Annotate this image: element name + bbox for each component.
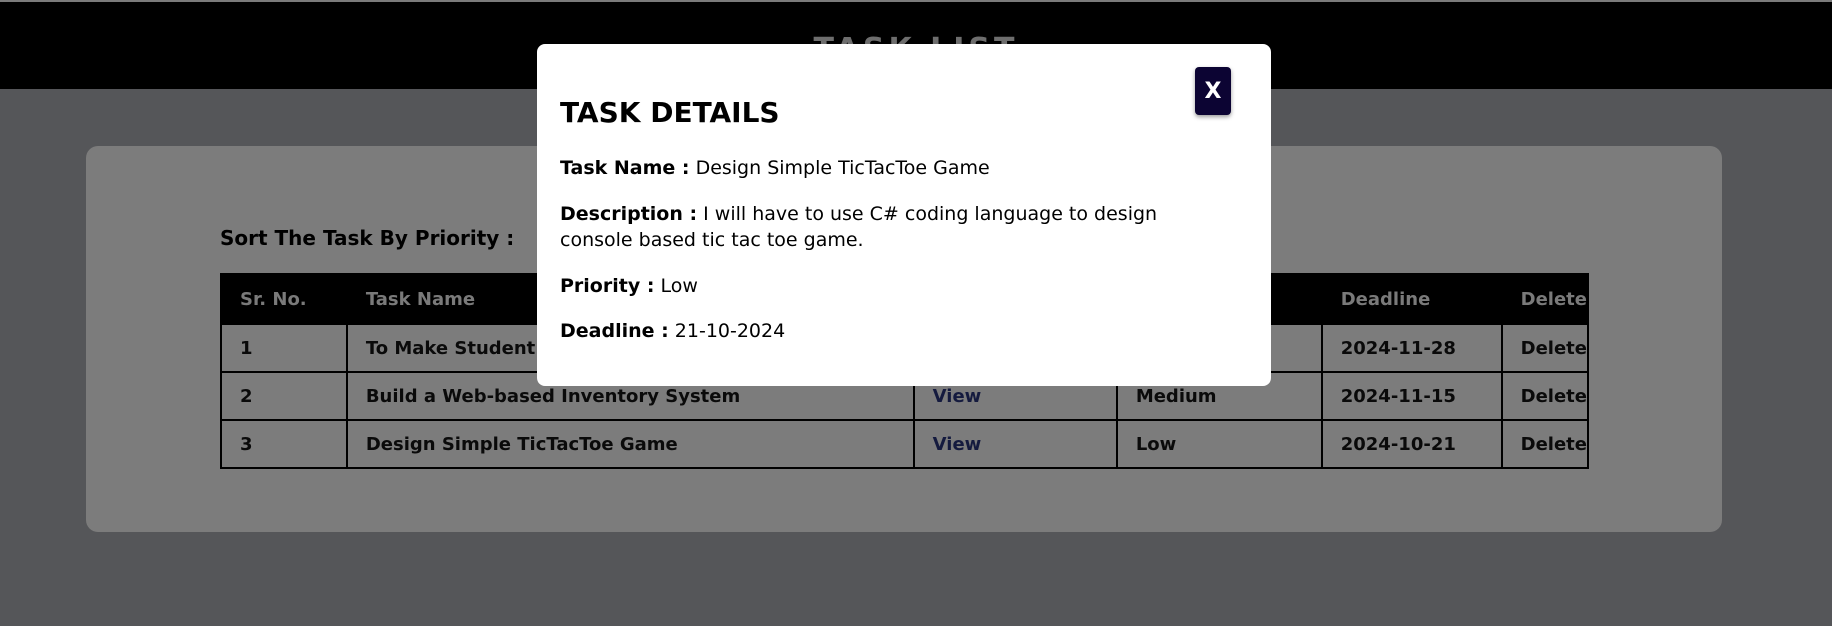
cell-deadline: 2024-10-21 xyxy=(1320,419,1503,469)
detail-task-name: Task Name : Design Simple TicTacToe Game xyxy=(560,155,1180,181)
column-header-sr-no: Sr. No. xyxy=(220,273,348,325)
cell-task-name: Design Simple TicTacToe Game xyxy=(345,419,915,469)
column-header-delete: Delete xyxy=(1500,273,1590,325)
table-row: 3 Design Simple TicTacToe Game View Low … xyxy=(220,419,1590,469)
delete-button[interactable]: Delete xyxy=(1500,323,1590,373)
detail-priority: Priority : Low xyxy=(560,273,1180,299)
detail-task-name-label: Task Name : xyxy=(560,157,690,179)
cell-deadline: 2024-11-15 xyxy=(1320,371,1503,421)
modal-title: TASK DETAILS xyxy=(560,96,780,129)
cell-sr-no: 1 xyxy=(220,323,348,373)
delete-button[interactable]: Delete xyxy=(1500,419,1590,469)
close-modal-button[interactable]: X xyxy=(1195,67,1231,115)
detail-task-name-value: Design Simple TicTacToe Game xyxy=(695,157,990,179)
cell-sr-no: 3 xyxy=(220,419,348,469)
delete-button[interactable]: Delete xyxy=(1500,371,1590,421)
detail-deadline-label: Deadline : xyxy=(560,320,669,342)
detail-deadline: Deadline : 21-10-2024 xyxy=(560,318,1180,344)
detail-priority-label: Priority : xyxy=(560,275,655,297)
detail-description: Description : I will have to use C# codi… xyxy=(560,201,1180,253)
view-link[interactable]: View xyxy=(912,419,1118,469)
detail-deadline-value: 21-10-2024 xyxy=(674,320,786,342)
detail-description-label: Description : xyxy=(560,203,698,225)
cell-sr-no: 2 xyxy=(220,371,348,421)
task-details-modal: X TASK DETAILS Task Name : Design Simple… xyxy=(537,44,1271,386)
sort-by-priority-label[interactable]: Sort The Task By Priority : xyxy=(220,226,514,250)
detail-priority-value: Low xyxy=(660,275,698,297)
cell-priority: Low xyxy=(1115,419,1323,469)
cell-deadline: 2024-11-28 xyxy=(1320,323,1503,373)
column-header-deadline: Deadline xyxy=(1320,273,1503,325)
